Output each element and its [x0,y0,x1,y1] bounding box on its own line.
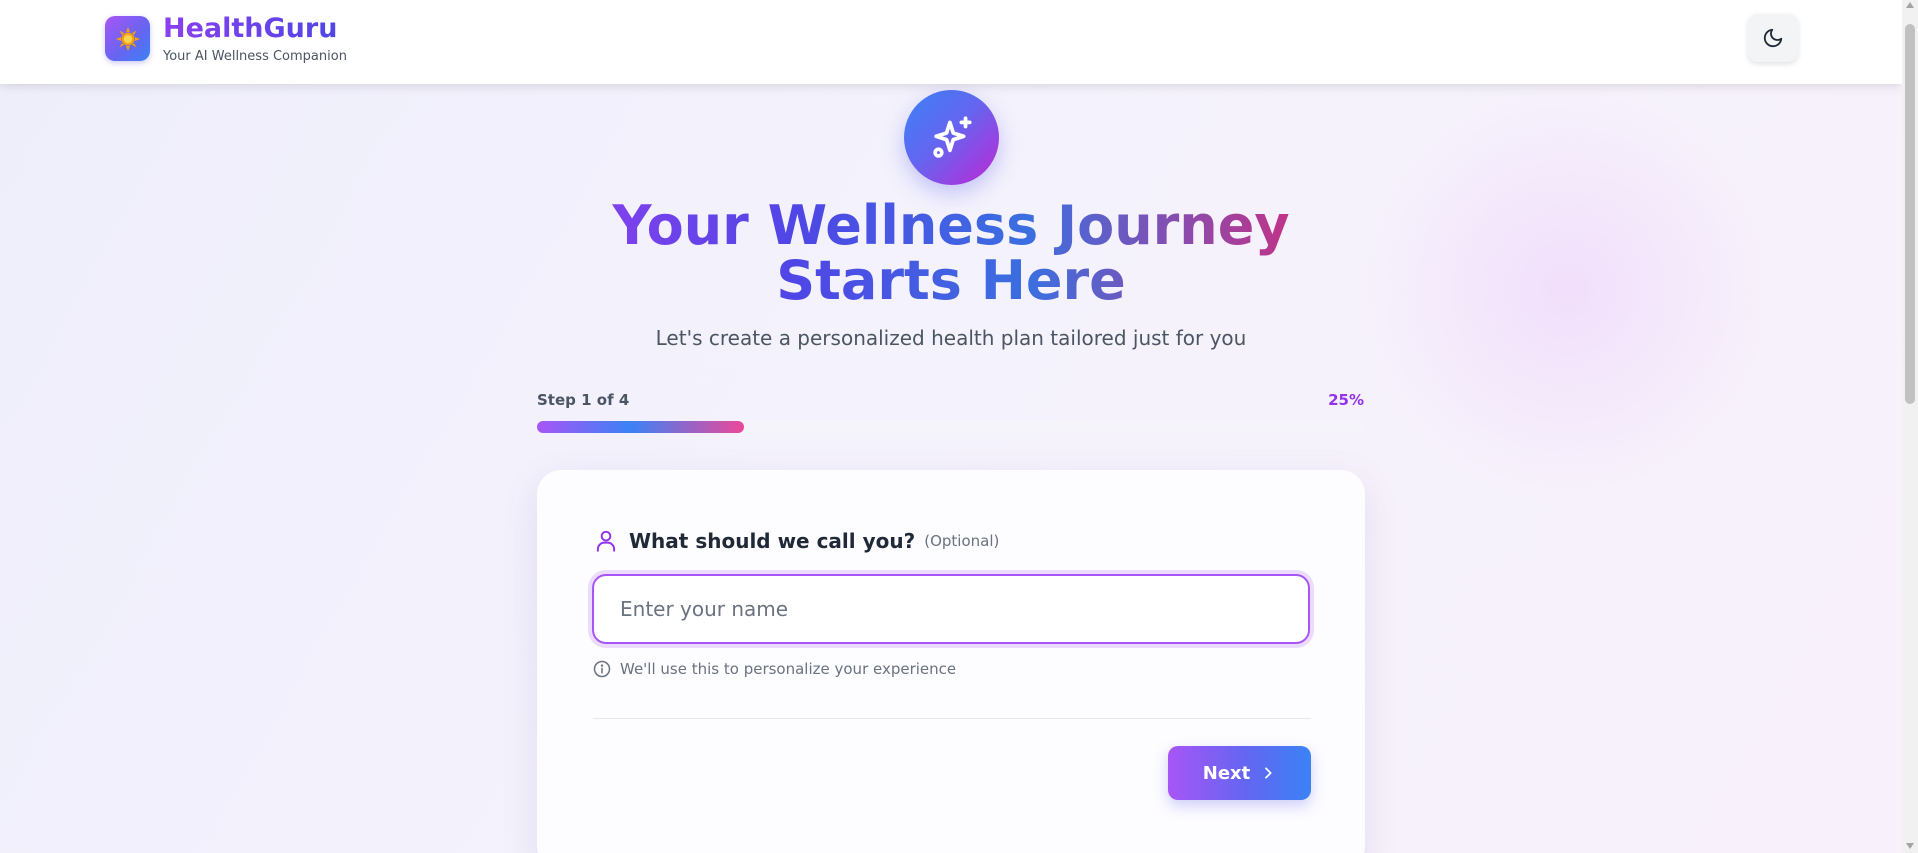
hero-title: Your Wellness Journey Starts Here [560,198,1342,308]
next-button[interactable]: Next [1168,746,1311,800]
progress-percent: 25% [1328,391,1364,409]
hero-badge [904,90,999,185]
brand-subtitle: Your AI Wellness Companion [163,49,347,64]
chevron-right-icon [1260,765,1276,781]
page-scrollbar[interactable] [1902,0,1918,853]
theme-toggle-button[interactable] [1748,14,1798,62]
sun-icon [115,26,141,52]
name-field-label-row: What should we call you? (Optional) [593,526,999,556]
name-field-label: What should we call you? [629,529,916,553]
progress-fill [537,421,744,433]
name-input[interactable] [592,574,1310,644]
scroll-down-arrow-icon[interactable] [1906,843,1914,849]
step-label: Step 1 of 4 [537,391,630,409]
optional-label: (Optional) [924,532,1000,550]
info-icon [593,660,611,678]
name-hint: We'll use this to personalize your exper… [593,660,956,678]
next-button-label: Next [1202,762,1251,784]
brand-logo[interactable] [105,16,150,61]
onboarding-card: What should we call you? (Optional) We'l… [537,470,1365,853]
scroll-up-arrow-icon[interactable] [1906,2,1914,8]
hero-subtitle: Let's create a personalized health plan … [655,326,1247,350]
sparkles-icon [927,113,977,163]
scroll-thumb[interactable] [1905,24,1915,404]
progress-track [537,421,1365,433]
user-icon [593,528,619,554]
moon-icon [1762,27,1784,49]
brand-title: HealthGuru [163,13,338,44]
top-header: HealthGuru Your AI Wellness Companion [0,0,1902,84]
card-divider [593,718,1311,719]
background-glow [1358,80,1778,500]
hint-text: We'll use this to personalize your exper… [620,660,957,678]
